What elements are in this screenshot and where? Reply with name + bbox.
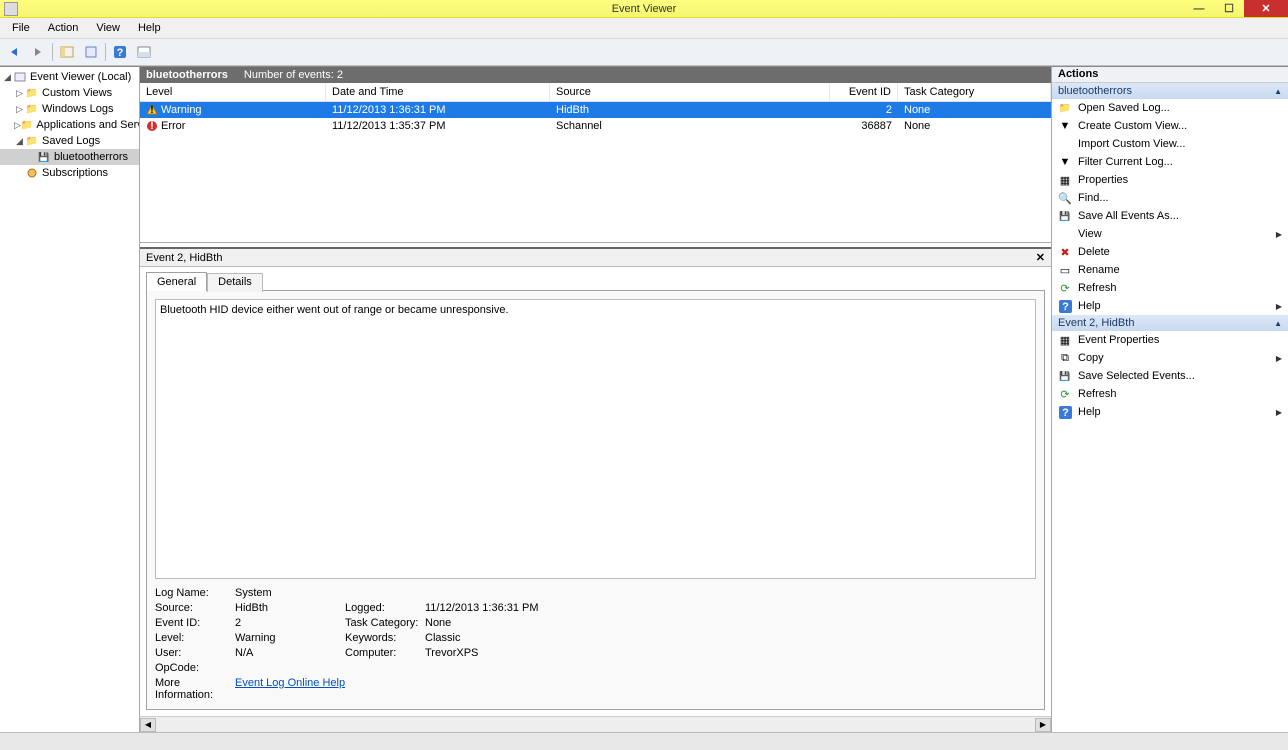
export-button[interactable] [81,42,101,62]
svg-text:?: ? [1062,301,1069,313]
detail-title: Event 2, HidBth [146,252,222,264]
filter-icon: ▼ [1058,155,1072,169]
log-header: bluetootherrors Number of events: 2 [140,67,1051,83]
preview-button[interactable] [134,42,154,62]
window-title: Event Viewer [612,3,677,15]
status-bar [0,732,1288,750]
col-date[interactable]: Date and Time [326,83,550,101]
open-icon [1058,101,1072,115]
svg-text:!: ! [150,120,154,132]
detail-close-button[interactable]: ✕ [1036,251,1045,264]
tab-general[interactable]: General [146,272,207,291]
col-eventid[interactable]: Event ID [830,83,898,101]
show-hide-tree-button[interactable] [57,42,77,62]
menu-view[interactable]: View [88,20,128,36]
tree-saved-logs[interactable]: ◢Saved Logs [0,133,139,149]
column-headers[interactable]: Level Date and Time Source Event ID Task… [140,83,1051,102]
tree-subscriptions[interactable]: Subscriptions [0,165,139,181]
svg-text:?: ? [117,47,124,59]
action-refresh[interactable]: ⟳Refresh [1052,279,1288,297]
action-delete[interactable]: ✖Delete [1052,243,1288,261]
action-create-custom-view[interactable]: ▼Create Custom View... [1052,117,1288,135]
help-icon: ? [1058,405,1072,419]
properties-icon: ▦ [1058,333,1072,347]
delete-icon: ✖ [1058,245,1072,259]
action-open-saved-log[interactable]: Open Saved Log... [1052,99,1288,117]
close-button[interactable]: ✕ [1244,0,1288,17]
save-icon [1058,369,1072,383]
action-help2[interactable]: ?Help▶ [1052,403,1288,421]
menu-file[interactable]: File [4,20,38,36]
action-filter-log[interactable]: ▼Filter Current Log... [1052,153,1288,171]
svg-text:!: ! [150,104,154,116]
action-find[interactable]: 🔍Find... [1052,189,1288,207]
col-source[interactable]: Source [550,83,830,101]
event-row[interactable]: !Error11/12/2013 1:35:37 PMSchannel36887… [140,118,1051,134]
col-taskcat[interactable]: Task Category [898,83,1051,101]
action-rename[interactable]: ▭Rename [1052,261,1288,279]
online-help-link[interactable]: Event Log Online Help [235,677,345,689]
help-button[interactable]: ? [110,42,130,62]
scroll-right-button[interactable]: ▶ [1035,718,1051,732]
event-message: Bluetooth HID device either went out of … [155,299,1036,579]
menu-bar: File Action View Help [0,18,1288,38]
action-help[interactable]: ?Help▶ [1052,297,1288,315]
app-icon [4,2,18,16]
action-import-custom-view[interactable]: Import Custom View... [1052,135,1288,153]
error-icon: ! [146,120,158,132]
actions-section-event[interactable]: Event 2, HidBth▲ [1052,315,1288,331]
navigation-tree[interactable]: ◢ Event Viewer (Local) ▷Custom Views ▷Wi… [0,67,140,732]
toolbar: ? [0,38,1288,66]
save-icon [1058,209,1072,223]
title-bar: Event Viewer — ☐ ✕ [0,0,1288,18]
scroll-left-button[interactable]: ◀ [140,718,156,732]
help-icon: ? [1058,299,1072,313]
actions-pane: Actions bluetootherrors▲ Open Saved Log.… [1052,67,1288,732]
forward-button[interactable] [28,42,48,62]
minimize-button[interactable]: — [1184,0,1214,17]
rename-icon: ▭ [1058,263,1072,277]
properties-icon: ▦ [1058,173,1072,187]
tree-custom-views[interactable]: ▷Custom Views [0,85,139,101]
event-list[interactable]: Level Date and Time Source Event ID Task… [140,83,1051,243]
action-view[interactable]: View▶ [1052,225,1288,243]
action-save-all[interactable]: Save All Events As... [1052,207,1288,225]
h-scrollbar[interactable]: ◀ ▶ [140,716,1051,732]
detail-pane: Event 2, HidBth ✕ General Details Blueto… [140,247,1051,716]
action-event-properties[interactable]: ▦Event Properties [1052,331,1288,349]
refresh-icon: ⟳ [1058,281,1072,295]
action-copy[interactable]: ⧉Copy▶ [1052,349,1288,367]
event-row[interactable]: !Warning11/12/2013 1:36:31 PMHidBth2None [140,102,1051,118]
actions-section-log[interactable]: bluetootherrors▲ [1052,83,1288,99]
action-save-selected[interactable]: Save Selected Events... [1052,367,1288,385]
menu-help[interactable]: Help [130,20,169,36]
tree-windows-logs[interactable]: ▷Windows Logs [0,101,139,117]
action-refresh2[interactable]: ⟳Refresh [1052,385,1288,403]
col-level[interactable]: Level [140,83,326,101]
copy-icon: ⧉ [1058,351,1072,365]
tab-details[interactable]: Details [207,273,263,292]
action-properties[interactable]: ▦Properties [1052,171,1288,189]
back-button[interactable] [4,42,24,62]
maximize-button[interactable]: ☐ [1214,0,1244,17]
svg-text:?: ? [1062,407,1069,419]
tree-root[interactable]: ◢ Event Viewer (Local) [0,69,139,85]
tree-bluetootherrors[interactable]: bluetootherrors [0,149,139,165]
actions-header: Actions [1052,67,1288,83]
menu-action[interactable]: Action [40,20,87,36]
funnel-icon: ▼ [1058,119,1072,133]
event-properties-grid: Log Name:System Source:HidBthLogged:11/1… [155,587,1036,701]
refresh-icon: ⟳ [1058,387,1072,401]
tree-apps-logs[interactable]: ▷Applications and Services Lo [0,117,139,133]
warning-icon: ! [146,104,158,116]
find-icon: 🔍 [1058,191,1072,205]
